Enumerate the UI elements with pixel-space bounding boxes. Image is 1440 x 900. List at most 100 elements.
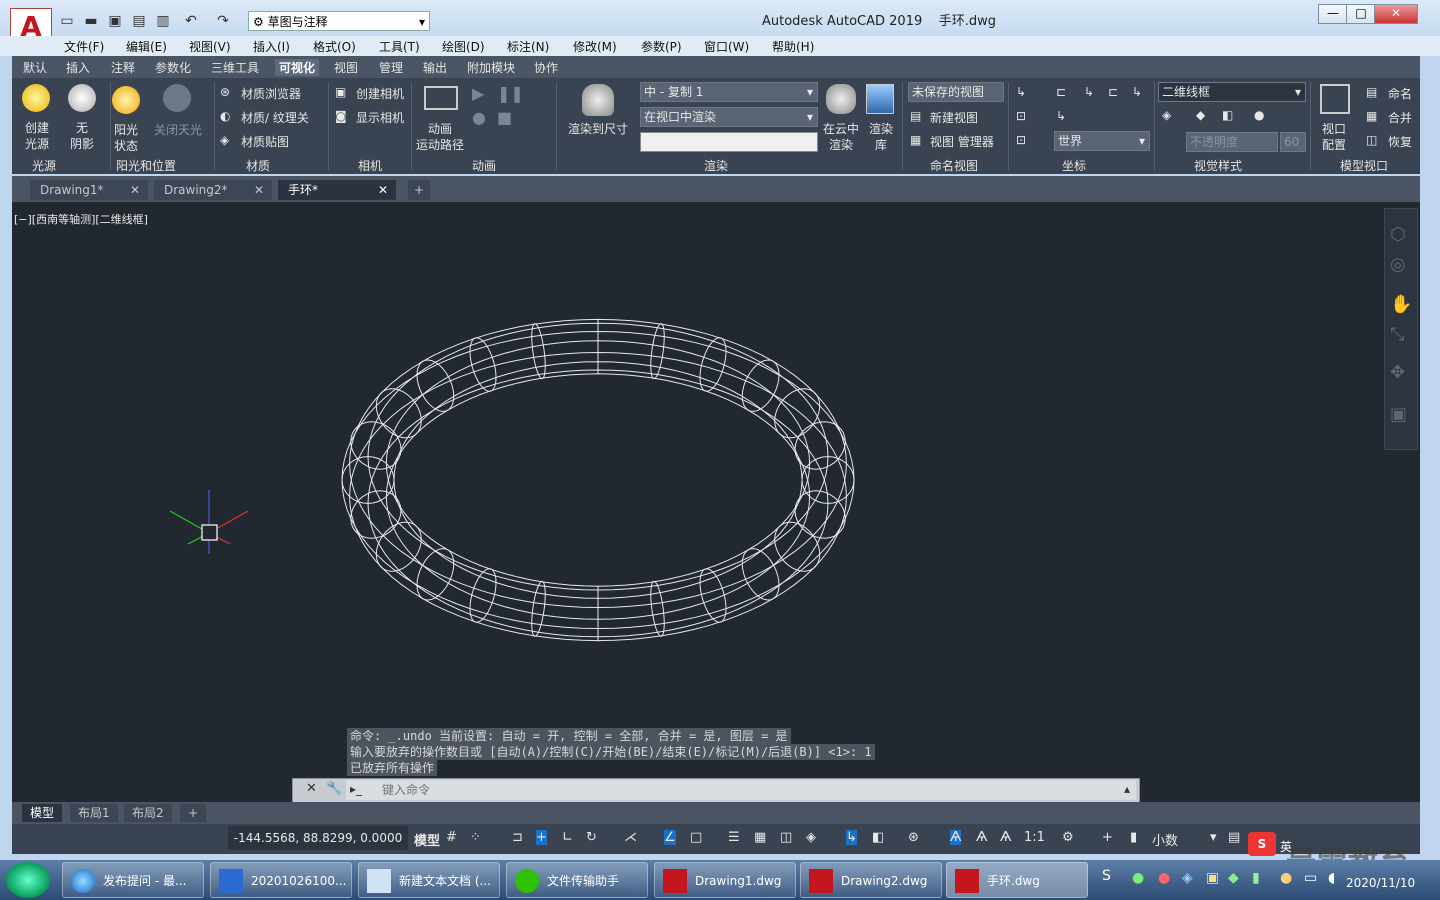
material-mapping-button[interactable]: 材质贴图 [241, 133, 289, 150]
transparency-icon[interactable]: ▦ [754, 830, 766, 845]
close-button[interactable]: ✕ [1374, 4, 1418, 24]
render-to-size-button[interactable]: 渲染到尺寸 [568, 120, 628, 137]
panel-title-coordinates[interactable]: 坐标 [1062, 157, 1086, 174]
ucs-icon[interactable]: ↳ [1016, 85, 1026, 99]
panel-title-light[interactable]: 光源 [32, 157, 56, 174]
sun-status-label[interactable]: 阳光 [114, 121, 138, 138]
taskbar-item-bracelet[interactable]: 手环.dwg [946, 862, 1088, 898]
sun-status-label-2[interactable]: 状态 [114, 137, 138, 154]
named-view-select[interactable]: 未保存的视图 [908, 82, 1004, 102]
panel-title-sun[interactable]: 阳光和位置 [116, 157, 176, 174]
taskbar-item-drawing2[interactable]: Drawing2.dwg [800, 862, 942, 898]
tab-parametric[interactable]: 参数化 [155, 59, 191, 76]
quick-properties-icon[interactable]: ▤ [1228, 830, 1240, 845]
menu-modify[interactable]: 修改(M) [573, 38, 617, 55]
pan-icon[interactable]: ✋ [1390, 294, 1412, 315]
pause-icon[interactable]: ❚❚ [497, 84, 524, 103]
coordinate-display[interactable]: -144.5568, 88.8299, 0.0000 [228, 826, 408, 850]
taskbar-item-wechat[interactable]: 文件传输助手 [506, 862, 648, 898]
tray-volume-icon[interactable]: ◖ [1328, 870, 1335, 886]
layout-tab-model[interactable]: 模型 [22, 804, 63, 822]
save-as-icon[interactable]: ▤ [130, 12, 148, 30]
ucs-face-icon[interactable]: ⊡ [1016, 133, 1026, 147]
menu-format[interactable]: 格式(O) [313, 38, 356, 55]
maximize-button[interactable]: □ [1346, 4, 1376, 24]
layout-tab-layout2[interactable]: 布局2 [124, 804, 172, 822]
edge-effects-icon[interactable]: ◈ [1162, 108, 1171, 122]
ucs-origin-icon[interactable]: ⊏ [1056, 85, 1066, 99]
menu-edit[interactable]: 编辑(E) [126, 38, 167, 55]
stop-icon[interactable]: ■ [497, 108, 512, 127]
sogou-ime-icon[interactable]: S [1248, 832, 1276, 856]
ucs-select[interactable]: 世界 ▾ [1054, 131, 1150, 151]
isodraft-icon[interactable]: ⋌ [624, 830, 637, 845]
sky-off-label[interactable]: 关闭天光 [154, 121, 202, 138]
face-color-icon[interactable]: ◧ [1222, 108, 1233, 122]
menu-file[interactable]: 文件(F) [64, 38, 104, 55]
steering-wheel-icon[interactable]: ◎ [1390, 254, 1406, 275]
record-icon[interactable]: ● [472, 108, 486, 127]
viewport-config-label[interactable]: 视口 [1322, 120, 1346, 137]
tab-view[interactable]: 视图 [334, 59, 358, 76]
new-file-icon[interactable]: ▭ [58, 12, 76, 30]
tab-manage[interactable]: 管理 [379, 59, 403, 76]
selection-cycling-icon[interactable]: ◫ [780, 830, 792, 845]
panel-title-render[interactable]: 渲染 [704, 157, 728, 174]
tray-sogou-icon[interactable]: S [1102, 868, 1111, 884]
taskbar-item-drawing1[interactable]: Drawing1.dwg [654, 862, 796, 898]
ortho-icon[interactable]: ∟ [562, 830, 573, 845]
tray-app-icon[interactable]: ◆ [1228, 870, 1239, 886]
add-layout-button[interactable]: + [180, 804, 207, 822]
dynamic-input-icon[interactable]: + [536, 830, 547, 845]
ucs-object-icon[interactable]: ↳ [1056, 109, 1066, 123]
cloud-render-label-2[interactable]: 渲染 [829, 136, 853, 153]
tab-collaborate[interactable]: 协作 [534, 59, 558, 76]
tab-annotate[interactable]: 注释 [111, 59, 135, 76]
taskbar-item-ie[interactable]: 发布提问 - 最... [62, 862, 204, 898]
material-texture-toggle[interactable]: 材质/ 纹理关 [241, 109, 309, 126]
object-snap-icon[interactable]: □ [690, 830, 702, 845]
panel-title-animation[interactable]: 动画 [472, 157, 496, 174]
object-snap-tracking-icon[interactable]: ∠ [664, 830, 676, 845]
minimize-button[interactable]: — [1318, 4, 1348, 24]
workspace-select[interactable]: ⚙ 草图与注释 ▾ [248, 11, 430, 31]
viewport-name-button[interactable]: 命名 [1388, 85, 1412, 102]
units-dropdown-icon[interactable]: ▾ [1210, 830, 1217, 845]
create-light-label-2[interactable]: 光源 [25, 135, 49, 152]
tab-output[interactable]: 输出 [423, 59, 447, 76]
tab-addins[interactable]: 附加模块 [467, 59, 515, 76]
ucs-z-icon[interactable]: ↳ [1132, 85, 1142, 99]
save-icon[interactable]: ▣ [106, 12, 124, 30]
orbit-icon[interactable]: ✥ [1390, 362, 1405, 383]
ucs-y-icon[interactable]: ⊏ [1108, 85, 1118, 99]
units-value[interactable]: 小数 [1152, 830, 1178, 849]
material-browser-button[interactable]: 材质浏览器 [241, 85, 301, 102]
command-prompt-icon[interactable]: ▸_ [350, 782, 362, 796]
shading-icon[interactable]: ◆ [1196, 108, 1205, 122]
tray-network-icon[interactable]: ▣ [1206, 870, 1219, 886]
ucs-x-icon[interactable]: ↳ [1084, 85, 1094, 99]
tab-default[interactable]: 默认 [23, 59, 47, 76]
annotation-visibility-icon[interactable]: Ѧ [950, 830, 962, 845]
print-icon[interactable]: ▥ [154, 12, 172, 30]
menu-insert[interactable]: 插入(I) [253, 38, 290, 55]
open-file-icon[interactable]: ▬ [82, 12, 100, 30]
viewport-restore-button[interactable]: 恢复 [1388, 133, 1412, 150]
workspace-gear-icon[interactable]: ⚙ [1062, 830, 1074, 845]
no-shadow-label-2[interactable]: 阴影 [70, 135, 94, 152]
layout-tab-layout1[interactable]: 布局1 [70, 804, 118, 822]
viewcube-icon[interactable]: ⬡ [1390, 224, 1406, 245]
menu-view[interactable]: 视图(V) [189, 38, 231, 55]
wrench-icon[interactable]: 🔧 [326, 781, 342, 796]
undo-icon[interactable]: ↶ [182, 12, 200, 30]
tab-3d-tools[interactable]: 三维工具 [211, 59, 259, 76]
polar-icon[interactable]: ↻ [586, 830, 597, 845]
menu-help[interactable]: 帮助(H) [772, 38, 814, 55]
panel-title-named-views[interactable]: 命名视图 [930, 157, 978, 174]
menu-dimension[interactable]: 标注(N) [507, 38, 549, 55]
tray-display-icon[interactable]: ▭ [1304, 870, 1317, 886]
render-preset-select[interactable]: 中 - 复制 1 ▾ [640, 82, 818, 102]
tray-security-icon[interactable]: ◈ [1182, 870, 1193, 886]
taskbar-clock[interactable]: 2020/11/10 [1346, 862, 1415, 890]
dynamic-ucs-icon[interactable]: ↳ [846, 830, 857, 845]
